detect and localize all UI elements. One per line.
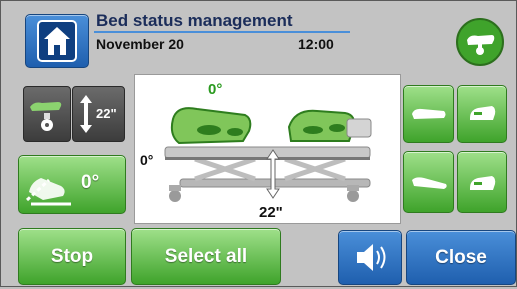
date-display: November 20 <box>96 36 184 52</box>
page-title: Bed status management <box>96 11 293 30</box>
bed-height-label: 22" <box>259 204 283 221</box>
bed-chair-icon <box>470 106 496 120</box>
home-button[interactable] <box>25 14 89 68</box>
bed-status-icon <box>456 18 504 66</box>
height-value-label: 22" <box>96 106 117 121</box>
preset-trendelenburg-button[interactable] <box>403 151 454 213</box>
stop-button[interactable]: Stop <box>18 228 126 285</box>
bed-wheel-icon <box>30 102 62 131</box>
height-adjust-button[interactable]: 22" <box>72 86 125 142</box>
bed-flat-icon <box>412 108 446 119</box>
bed-tilt-icon <box>412 177 447 189</box>
tilt-bed-icon <box>25 178 71 206</box>
preset-chair-button[interactable] <box>457 85 507 143</box>
backrest-angle-label: 0° <box>208 81 223 98</box>
close-button[interactable]: Close <box>406 230 516 285</box>
volume-button[interactable] <box>338 230 402 285</box>
select-all-button[interactable]: Select all <box>131 228 281 285</box>
bed-status-screen: Bed status management November 20 12:00 … <box>0 0 517 287</box>
preset-flat-button[interactable] <box>403 85 454 143</box>
tilt-angle-label: 0° <box>140 152 154 168</box>
tilt-value-label: 0° <box>81 172 100 193</box>
home-icon <box>37 20 77 62</box>
tilt-adjust-button[interactable]: 0° <box>18 155 126 214</box>
bed-connected-icon <box>467 35 495 55</box>
title-divider <box>94 31 350 33</box>
time-display: 12:00 <box>298 36 334 52</box>
speaker-icon <box>357 244 386 271</box>
preset-cardiac-button[interactable] <box>457 151 507 213</box>
bed-status-panel: 0° 0° 22" <box>134 74 401 224</box>
bed-height-mode-button[interactable] <box>23 86 71 142</box>
vertical-arrows-icon <box>80 95 92 133</box>
bed-diagram <box>164 107 372 202</box>
bed-cardiac-icon <box>470 176 496 190</box>
